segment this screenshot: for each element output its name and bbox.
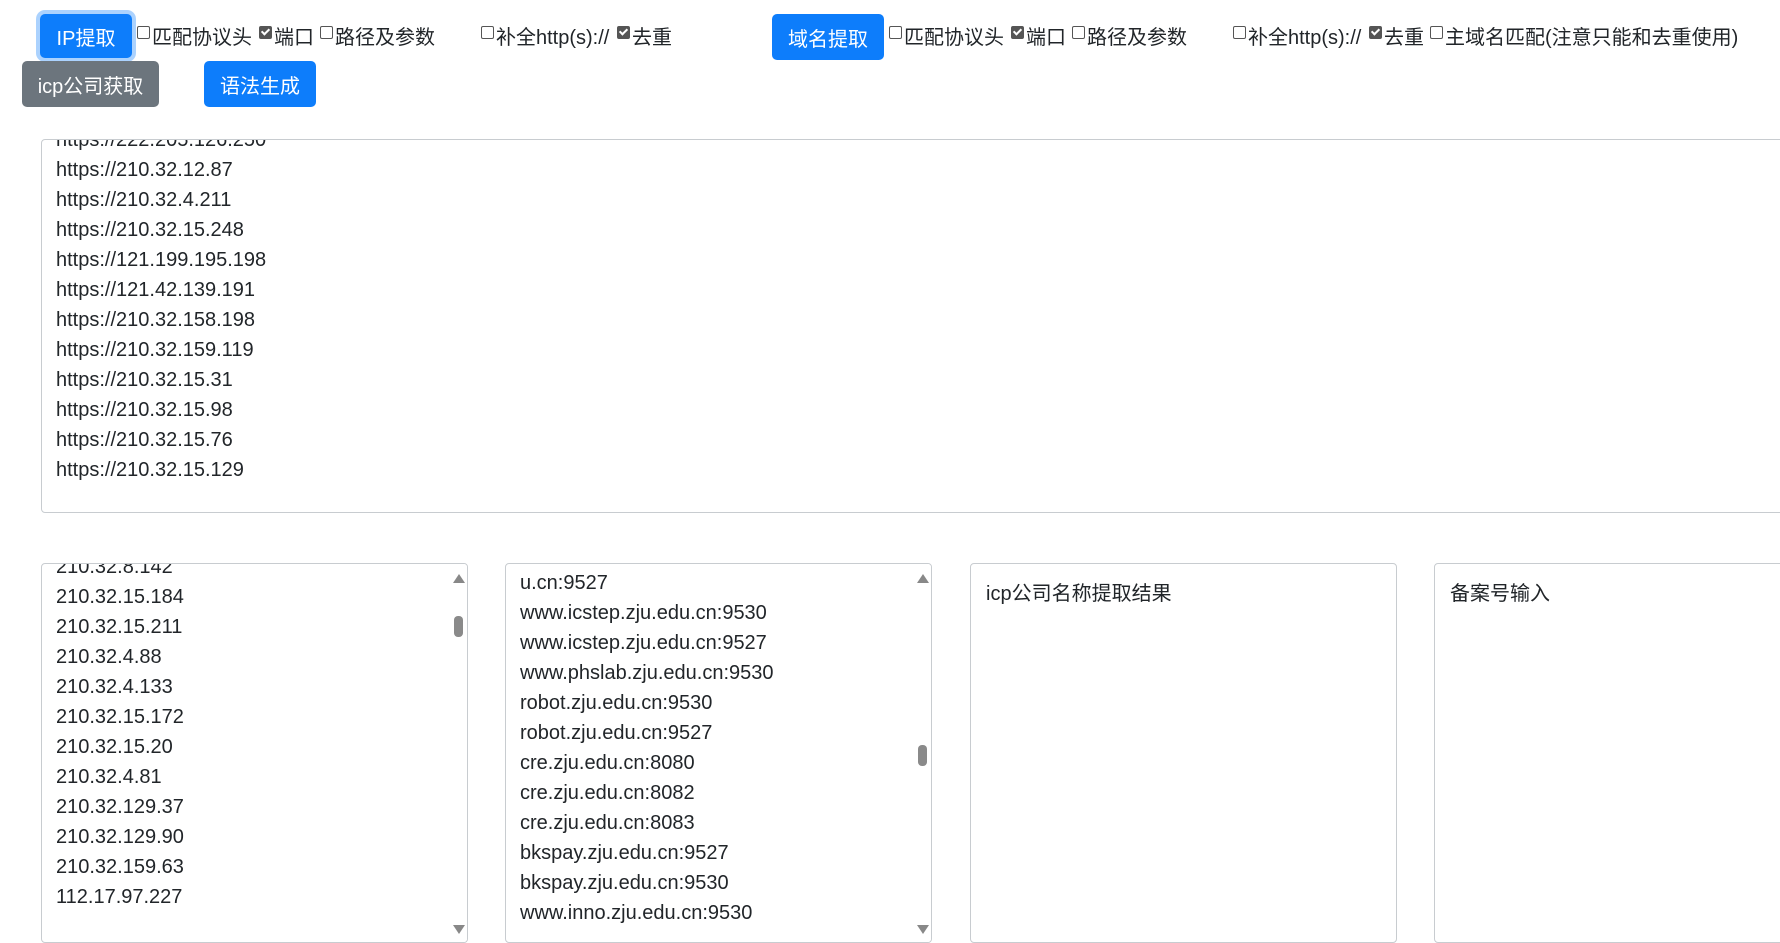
ip-extract-button[interactable]: IP提取	[40, 14, 132, 58]
ip-result-line: 210.32.129.90	[56, 826, 184, 848]
ip-result-line: 210.32.4.81	[56, 766, 162, 788]
icp-result-textarea[interactable]: icp公司名称提取结果	[970, 563, 1397, 943]
domain-match-protocol-option[interactable]: 匹配协议头	[889, 18, 1004, 52]
domain-complete-http-option[interactable]: 补全http(s)://	[1233, 18, 1361, 52]
ip-match-protocol-checkbox[interactable]	[137, 25, 150, 39]
scroll-up-arrow-icon[interactable]	[453, 574, 465, 583]
domain-dedupe-option[interactable]: 去重	[1369, 18, 1424, 52]
ip-dedupe-label: 去重	[632, 26, 672, 49]
domain-result-line: www.inno.zju.edu.cn:9530	[520, 902, 753, 924]
input-line: https://222.205.126.250	[56, 139, 267, 151]
domain-path-params-option[interactable]: 路径及参数	[1072, 18, 1187, 52]
ip-path-params-option[interactable]: 路径及参数	[320, 18, 435, 52]
domain-match-protocol-label: 匹配协议头	[904, 26, 1004, 49]
ip-results-scrollbar[interactable]	[449, 564, 467, 942]
ip-match-protocol-option[interactable]: 匹配协议头	[137, 18, 252, 52]
ip-dedupe-option[interactable]: 去重	[617, 18, 672, 52]
ip-result-line: 210.32.15.184	[56, 586, 184, 608]
ip-complete-http-option[interactable]: 补全http(s)://	[481, 18, 609, 52]
domain-results-scrollbar[interactable]	[913, 564, 931, 942]
domain-match-protocol-checkbox[interactable]	[889, 25, 902, 39]
domain-results-textarea[interactable]: u.cn:9527 www.icstep.zju.edu.cn:9530 www.i…	[505, 563, 932, 943]
input-line: https://210.32.12.87	[56, 159, 233, 181]
ip-result-line: 210.32.159.63	[56, 856, 184, 878]
domain-port-checkbox[interactable]	[1011, 25, 1024, 39]
ip-path-params-label: 路径及参数	[335, 26, 435, 49]
main-domain-match-checkbox[interactable]	[1430, 25, 1443, 39]
input-line: https://210.32.15.31	[56, 369, 233, 391]
ip-port-label: 端口	[274, 26, 314, 49]
domain-path-params-label: 路径及参数	[1087, 26, 1187, 49]
ip-port-option[interactable]: 端口	[259, 18, 314, 52]
input-line: https://210.32.4.211	[56, 189, 232, 211]
ip-result-line: 210.32.4.88	[56, 646, 162, 668]
ip-result-line: 210.32.129.37	[56, 796, 184, 818]
input-line: https://210.32.15.76	[56, 429, 233, 451]
input-line: https://210.32.15.129	[56, 459, 244, 481]
domain-path-params-checkbox[interactable]	[1072, 25, 1085, 39]
domain-result-line: bkspay.zju.edu.cn:9527	[520, 842, 729, 864]
main-domain-match-label: 主域名匹配(注意只能和去重使用)	[1445, 26, 1739, 49]
domain-result-line: www.icstep.zju.edu.cn:9530	[520, 602, 767, 624]
domain-result-line: u.cn:9527	[520, 572, 608, 594]
domain-complete-http-checkbox[interactable]	[1233, 25, 1246, 39]
domain-complete-http-label: 补全http(s)://	[1248, 26, 1362, 49]
ip-complete-http-checkbox[interactable]	[481, 25, 494, 39]
input-line: https://210.32.15.98	[56, 399, 233, 421]
scroll-down-arrow-icon[interactable]	[453, 925, 465, 934]
domain-port-option[interactable]: 端口	[1011, 18, 1066, 52]
scrollbar-thumb[interactable]	[918, 745, 927, 766]
input-line: https://210.32.159.119	[56, 339, 254, 361]
icp-result-placeholder: icp公司名称提取结果	[986, 583, 1172, 605]
domain-result-line: robot.zju.edu.cn:9530	[520, 692, 713, 714]
domain-result-line: cre.zju.edu.cn:8080	[520, 752, 695, 774]
ip-results-textarea[interactable]: 210.32.8.142 210.32.15.184 210.32.15.211 21…	[41, 563, 468, 943]
domain-result-line: www.phslab.zju.edu.cn:9530	[520, 662, 774, 684]
ip-port-checkbox[interactable]	[259, 25, 272, 39]
domain-dedupe-checkbox[interactable]	[1369, 25, 1382, 39]
ip-result-line: 210.32.15.211	[56, 616, 183, 638]
record-number-input[interactable]: 备案号输入	[1434, 563, 1780, 943]
input-line: https://121.199.195.198	[56, 249, 267, 271]
icp-company-fetch-button[interactable]: icp公司获取	[22, 61, 159, 107]
domain-result-line: bkspay.zju.edu.cn:9530	[520, 872, 729, 894]
ip-result-line: 210.32.15.172	[56, 706, 184, 728]
source-input-textarea[interactable]: https://222.205.126.250 https://210.32.12…	[41, 139, 1780, 513]
scroll-up-arrow-icon[interactable]	[917, 574, 929, 583]
ip-complete-http-label: 补全http(s)://	[496, 26, 610, 49]
domain-result-line: cre.zju.edu.cn:8083	[520, 812, 695, 834]
ip-result-line: 210.32.15.20	[56, 736, 173, 758]
scroll-down-arrow-icon[interactable]	[917, 925, 929, 934]
domain-result-line: robot.zju.edu.cn:9527	[520, 722, 713, 744]
scrollbar-thumb[interactable]	[454, 616, 463, 637]
main-domain-match-option[interactable]: 主域名匹配(注意只能和去重使用)	[1430, 18, 1738, 52]
ip-result-line: 210.32.4.133	[56, 676, 173, 698]
ip-result-line: 210.32.8.142	[56, 563, 173, 578]
input-line: https://210.32.158.198	[56, 309, 256, 331]
input-line: https://210.32.15.248	[56, 219, 244, 241]
ip-path-params-checkbox[interactable]	[320, 25, 333, 39]
record-number-placeholder: 备案号输入	[1450, 583, 1550, 605]
domain-result-line: www.icstep.zju.edu.cn:9527	[520, 632, 767, 654]
input-line: https://121.42.139.191	[56, 279, 256, 301]
domain-result-line: cre.zju.edu.cn:8082	[520, 782, 695, 804]
syntax-generate-button[interactable]: 语法生成	[204, 61, 316, 107]
ip-dedupe-checkbox[interactable]	[617, 25, 630, 39]
domain-dedupe-label: 去重	[1384, 26, 1424, 49]
ip-match-protocol-label: 匹配协议头	[152, 26, 252, 49]
domain-extract-button[interactable]: 域名提取	[772, 14, 884, 60]
ip-result-line: 112.17.97.227	[56, 886, 183, 908]
domain-port-label: 端口	[1026, 26, 1066, 49]
